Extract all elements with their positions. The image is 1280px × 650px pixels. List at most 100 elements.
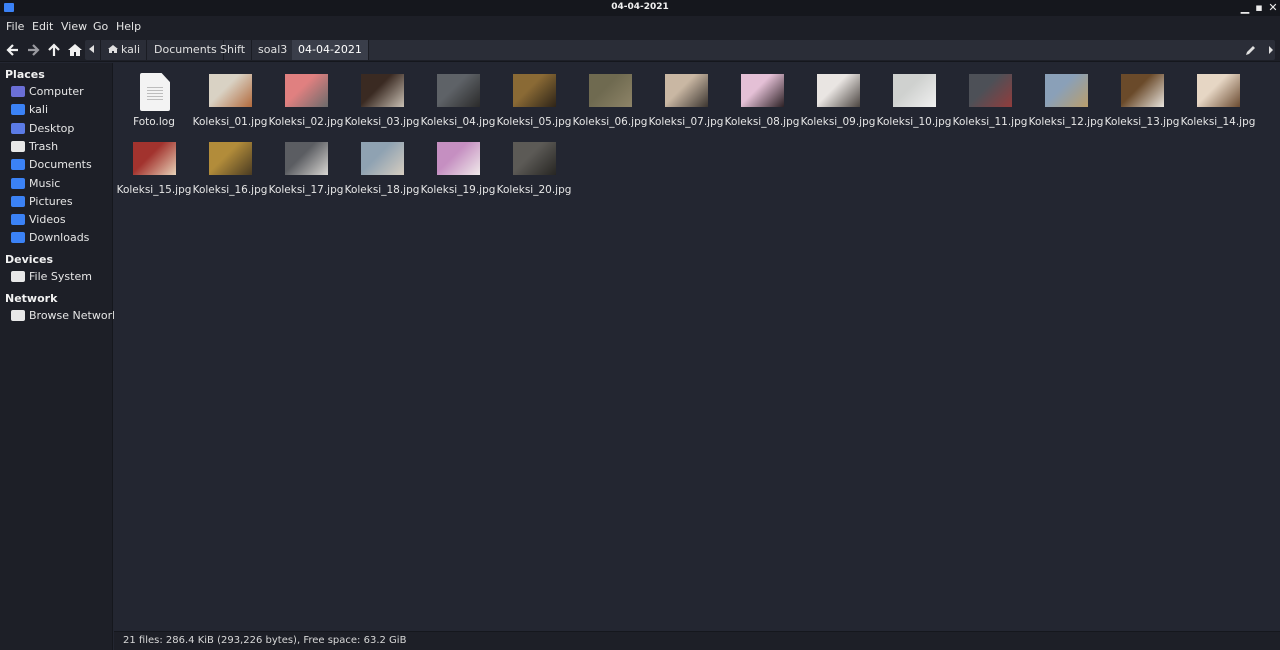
file-name: Koleksi_18.jpg <box>344 184 420 196</box>
file-name: Koleksi_20.jpg <box>496 184 572 196</box>
sidebar-item-music[interactable]: Music <box>10 176 110 192</box>
file-item-image[interactable]: Koleksi_19.jpg <box>420 131 496 197</box>
sidebar-item-browse-network[interactable]: Browse Network <box>10 308 118 324</box>
file-name: Koleksi_02.jpg <box>268 116 344 128</box>
file-name: Koleksi_05.jpg <box>496 116 572 128</box>
chevron-left-icon <box>89 45 94 53</box>
file-name: Koleksi_19.jpg <box>420 184 496 196</box>
file-name: Koleksi_07.jpg <box>648 116 724 128</box>
sidebar-item-kali[interactable]: kali <box>10 102 110 118</box>
sidebar-item-label: kali <box>29 103 49 117</box>
devices-header: Devices <box>5 253 54 266</box>
file-name: Koleksi_16.jpg <box>192 184 268 196</box>
edit-location-button[interactable] <box>1242 41 1260 59</box>
image-thumbnail <box>1121 74 1164 107</box>
file-item-image[interactable]: Koleksi_05.jpg <box>496 63 572 129</box>
file-item-image[interactable]: Koleksi_11.jpg <box>952 63 1028 129</box>
sidebar-item-file-system[interactable]: File System <box>10 269 110 285</box>
breadcrumb-documents[interactable]: Documents <box>148 40 224 60</box>
close-button[interactable]: ✕ <box>1266 1 1280 14</box>
sidebar-item-label: Music <box>29 176 61 190</box>
menu-help[interactable]: Help <box>116 20 141 33</box>
network-header: Network <box>5 292 58 305</box>
file-name: Koleksi_06.jpg <box>572 116 648 128</box>
file-item-image[interactable]: Koleksi_07.jpg <box>648 63 724 129</box>
file-item-image[interactable]: Koleksi_14.jpg <box>1180 63 1256 129</box>
menu-file[interactable]: File <box>6 20 24 33</box>
sidebar-item-desktop[interactable]: Desktop <box>10 121 110 137</box>
places-header: Places <box>5 68 45 81</box>
menu-go[interactable]: Go <box>93 20 108 33</box>
minimize-button[interactable]: ▁ <box>1238 1 1252 14</box>
sidebar-item-videos[interactable]: Videos <box>10 212 110 228</box>
file-name: Foto.log <box>133 116 175 128</box>
breadcrumb-soal3[interactable]: soal3 <box>252 40 295 60</box>
sidebar-item-label: Browse Network <box>29 309 119 322</box>
image-thumbnail <box>589 74 632 107</box>
file-item-image[interactable]: Koleksi_04.jpg <box>420 63 496 129</box>
computer-icon <box>11 86 25 97</box>
breadcrumb-current[interactable]: 04-04-2021 <box>292 40 369 60</box>
menu-view[interactable]: View <box>61 20 87 33</box>
file-name: Koleksi_09.jpg <box>800 116 876 128</box>
image-thumbnail <box>513 74 556 107</box>
file-item-image[interactable]: Koleksi_20.jpg <box>496 131 572 197</box>
chevron-right-icon <box>1269 46 1273 54</box>
breadcrumb: kali Documents Shift soal3 04-04-2021 <box>85 40 1275 60</box>
text-lines-icon <box>147 87 163 101</box>
image-thumbnail <box>437 142 480 175</box>
pencil-icon <box>1246 46 1255 55</box>
file-name: Koleksi_12.jpg <box>1028 116 1104 128</box>
image-thumbnail <box>437 74 480 107</box>
breadcrumb-scroll-right[interactable] <box>1262 41 1276 59</box>
file-item-log[interactable]: Foto.log <box>116 63 192 129</box>
file-item-image[interactable]: Koleksi_17.jpg <box>268 131 344 197</box>
sidebar-item-documents[interactable]: Documents <box>10 157 110 173</box>
file-item-image[interactable]: Koleksi_18.jpg <box>344 131 420 197</box>
breadcrumb-kali[interactable]: kali <box>102 40 148 60</box>
sidebar-item-label: Computer <box>29 85 84 98</box>
home-button[interactable] <box>66 41 84 59</box>
file-item-image[interactable]: Koleksi_09.jpg <box>800 63 876 129</box>
forward-button[interactable] <box>24 41 42 59</box>
file-item-image[interactable]: Koleksi_03.jpg <box>344 63 420 129</box>
file-name: Koleksi_17.jpg <box>268 184 344 196</box>
sidebar-item-label: Pictures <box>29 194 73 208</box>
sidebar-item-computer[interactable]: Computer <box>10 84 110 100</box>
file-name: Koleksi_11.jpg <box>952 116 1028 128</box>
image-thumbnail <box>285 74 328 107</box>
up-arrow-icon <box>48 43 60 56</box>
file-view[interactable]: Foto.log Koleksi_01.jpg Koleksi_02.jpg Kole… <box>114 63 1280 631</box>
videos-folder-icon <box>11 214 25 226</box>
menu-edit[interactable]: Edit <box>32 20 53 33</box>
breadcrumb-shift[interactable]: Shift <box>214 40 253 60</box>
desktop-folder-icon <box>11 122 25 134</box>
sidebar-item-trash[interactable]: Trash <box>10 139 110 155</box>
sidebar-item-pictures[interactable]: Pictures <box>10 194 110 210</box>
file-item-image[interactable]: Koleksi_15.jpg <box>116 131 192 197</box>
file-item-image[interactable]: Koleksi_08.jpg <box>724 63 800 129</box>
file-item-image[interactable]: Koleksi_12.jpg <box>1028 63 1104 129</box>
image-thumbnail <box>969 74 1012 107</box>
sidebar-item-label: Trash <box>29 139 59 153</box>
file-item-image[interactable]: Koleksi_16.jpg <box>192 131 268 197</box>
file-item-image[interactable]: Koleksi_10.jpg <box>876 63 952 129</box>
file-item-image[interactable]: Koleksi_01.jpg <box>192 63 268 129</box>
breadcrumb-label: kali <box>121 43 141 56</box>
file-item-image[interactable]: Koleksi_06.jpg <box>572 63 648 129</box>
downloads-folder-icon <box>11 232 25 244</box>
file-name: Koleksi_15.jpg <box>116 184 192 196</box>
back-button[interactable] <box>4 41 22 59</box>
up-button[interactable] <box>45 41 63 59</box>
maximize-button[interactable]: ▪ <box>1252 1 1266 14</box>
image-thumbnail <box>361 142 404 175</box>
sidebar-item-label: Desktop <box>29 121 75 135</box>
file-name: Koleksi_08.jpg <box>724 116 800 128</box>
file-item-image[interactable]: Koleksi_13.jpg <box>1104 63 1180 129</box>
image-thumbnail <box>513 142 556 175</box>
sidebar-item-downloads[interactable]: Downloads <box>10 230 110 246</box>
file-name: Koleksi_04.jpg <box>420 116 496 128</box>
image-thumbnail <box>817 74 860 107</box>
file-item-image[interactable]: Koleksi_02.jpg <box>268 63 344 129</box>
breadcrumb-scroll-left[interactable] <box>85 40 101 60</box>
